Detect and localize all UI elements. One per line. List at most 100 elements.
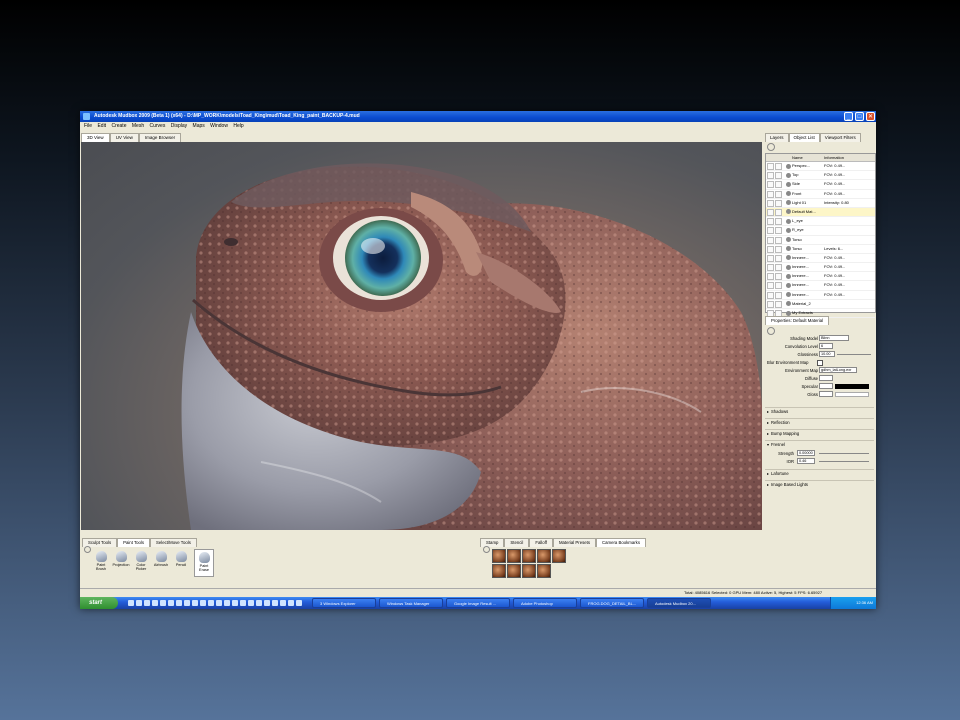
- help-icon[interactable]: [767, 143, 775, 151]
- lock-checkbox[interactable]: [775, 227, 782, 235]
- quick-launch-icon[interactable]: [160, 600, 166, 606]
- convolution-level-field[interactable]: 6: [819, 343, 833, 349]
- quick-launch-icon[interactable]: [192, 600, 198, 606]
- quick-launch-icon[interactable]: [264, 600, 270, 606]
- gloss-color-swatch[interactable]: [835, 392, 869, 397]
- lock-checkbox[interactable]: [775, 264, 782, 272]
- environment-map-field[interactable]: gdhm_latLong.exr: [819, 367, 857, 373]
- bookmark-thumbnail[interactable]: [492, 549, 506, 563]
- visibility-checkbox[interactable]: [767, 190, 774, 198]
- visibility-checkbox[interactable]: [767, 172, 774, 180]
- bookmark-thumbnail[interactable]: [507, 549, 521, 563]
- object-list-row[interactable]: Innnere... FOV: 0.49...: [766, 263, 875, 273]
- lafortune-section[interactable]: ▸ Lafortune: [765, 469, 874, 478]
- strength-field[interactable]: 0.00000: [797, 450, 815, 456]
- start-button[interactable]: start: [80, 597, 118, 609]
- gloss-dropdown[interactable]: [819, 391, 833, 397]
- tab-viewport-filters[interactable]: Viewport Filters: [819, 133, 861, 142]
- object-list-row[interactable]: Innnere... FOV: 0.49...: [766, 281, 875, 291]
- quick-launch-icon[interactable]: [280, 600, 286, 606]
- quick-launch-icon[interactable]: [168, 600, 174, 606]
- paint-brush-tool[interactable]: Paint Brush: [92, 549, 110, 575]
- taskbar-item-frog-dog-detail[interactable]: FROG.DOG_DETAIL_BL...: [580, 598, 644, 608]
- object-list-row[interactable]: Front FOV: 0.49...: [766, 190, 875, 199]
- lock-checkbox[interactable]: [775, 218, 782, 226]
- visibility-checkbox[interactable]: [767, 227, 774, 235]
- taskbar-item-google-image-result[interactable]: Google Image Result ...: [446, 598, 510, 608]
- object-list-row[interactable]: Torso Levels: 6...: [766, 245, 875, 254]
- tab-stencil[interactable]: Stencil: [504, 538, 530, 547]
- visibility-checkbox[interactable]: [767, 273, 774, 281]
- fresnel-section[interactable]: ▾ Fresnel: [765, 440, 874, 449]
- tab-layers[interactable]: Layers: [765, 133, 789, 142]
- lock-checkbox[interactable]: [775, 273, 782, 281]
- quick-launch-icon[interactable]: [232, 600, 238, 606]
- object-list-row[interactable]: Material_2: [766, 300, 875, 309]
- shadows-section[interactable]: ▸ Shadows: [765, 407, 874, 416]
- tab-properties[interactable]: Properties: Default Material: [765, 316, 830, 325]
- clock[interactable]: 12:36 AM: [856, 600, 873, 605]
- bump-mapping-section[interactable]: ▸ Bump Mapping: [765, 429, 874, 438]
- lock-checkbox[interactable]: [775, 291, 782, 299]
- object-list-row[interactable]: Innnere... FOV: 0.49...: [766, 272, 875, 282]
- diffuse-color-swatch[interactable]: [819, 375, 833, 381]
- quick-launch-icon[interactable]: [176, 600, 182, 606]
- lock-checkbox[interactable]: [775, 254, 782, 262]
- blur-environment-map-checkbox[interactable]: [817, 360, 823, 366]
- glossiness-field[interactable]: 10.00: [819, 351, 835, 357]
- quick-launch-icon[interactable]: [208, 600, 214, 606]
- bookmark-thumbnail[interactable]: [552, 549, 566, 563]
- visibility-checkbox[interactable]: [767, 264, 774, 272]
- quick-launch-icon[interactable]: [296, 600, 302, 606]
- visibility-checkbox[interactable]: [767, 300, 774, 308]
- lock-checkbox[interactable]: [775, 199, 782, 207]
- column-information-header[interactable]: Information: [824, 154, 844, 161]
- lock-checkbox[interactable]: [775, 300, 782, 308]
- image-based-lights-section[interactable]: ▸ Image Based Lights: [765, 480, 874, 489]
- bookmark-thumbnail[interactable]: [522, 564, 536, 578]
- object-list-row[interactable]: Perspec... FOV: 0.49...: [766, 162, 875, 172]
- ior-field[interactable]: 0.46: [797, 458, 815, 464]
- specular-dropdown[interactable]: [819, 383, 833, 389]
- lock-checkbox[interactable]: [775, 208, 782, 216]
- menu-curves[interactable]: Curves: [150, 122, 166, 131]
- quick-launch-icon[interactable]: [136, 600, 142, 606]
- visibility-checkbox[interactable]: [767, 163, 774, 170]
- menu-create[interactable]: Create: [111, 122, 126, 131]
- tab-select-move-tools[interactable]: Select/Move Tools: [150, 538, 197, 547]
- tab-paint-tools[interactable]: Paint Tools: [117, 538, 151, 547]
- 3d-viewport[interactable]: [81, 142, 762, 530]
- quick-launch-icon[interactable]: [144, 600, 150, 606]
- bookmark-thumbnail[interactable]: [537, 549, 551, 563]
- visibility-checkbox[interactable]: [767, 208, 774, 216]
- object-list-row[interactable]: Default Mat...: [766, 207, 875, 218]
- taskbar-item-adobe-photoshop[interactable]: Adobe Photoshop: [513, 598, 577, 608]
- visibility-checkbox[interactable]: [767, 218, 774, 226]
- visibility-checkbox[interactable]: [767, 236, 774, 244]
- tab-3d-view[interactable]: 3D View: [81, 133, 110, 142]
- menu-help[interactable]: Help: [233, 122, 243, 131]
- column-name-header[interactable]: Name: [792, 154, 803, 161]
- tab-uv-view[interactable]: UV View: [109, 133, 139, 142]
- visibility-checkbox[interactable]: [767, 254, 774, 262]
- paint-erase-tool[interactable]: Paint Erase: [194, 549, 214, 577]
- menu-maps[interactable]: Maps: [193, 122, 205, 131]
- pencil-tool[interactable]: Pencil: [172, 549, 190, 575]
- tab-material-presets[interactable]: Material Presets: [552, 538, 596, 547]
- quick-launch-icon[interactable]: [224, 600, 230, 606]
- bookmark-thumbnail[interactable]: [537, 564, 551, 578]
- object-list-row[interactable]: Top FOV: 0.49...: [766, 171, 875, 181]
- bookmark-thumbnail[interactable]: [492, 564, 506, 578]
- lock-checkbox[interactable]: [775, 282, 782, 290]
- menu-edit[interactable]: Edit: [97, 122, 106, 131]
- quick-launch-icon[interactable]: [272, 600, 278, 606]
- title-bar[interactable]: Autodesk Mudbox 2009 (Beta 1) (x64) - D:…: [80, 111, 876, 122]
- lock-checkbox[interactable]: [775, 236, 782, 244]
- tab-camera-bookmarks[interactable]: Camera Bookmarks: [596, 538, 646, 547]
- tab-image-browser[interactable]: Image Browser: [138, 133, 182, 142]
- visibility-checkbox[interactable]: [767, 199, 774, 207]
- lock-checkbox[interactable]: [775, 163, 782, 170]
- menu-mesh[interactable]: Mesh: [132, 122, 144, 131]
- tab-falloff[interactable]: Falloff: [529, 538, 553, 547]
- taskbar-item-task-manager[interactable]: Windows Task Manager: [379, 598, 443, 608]
